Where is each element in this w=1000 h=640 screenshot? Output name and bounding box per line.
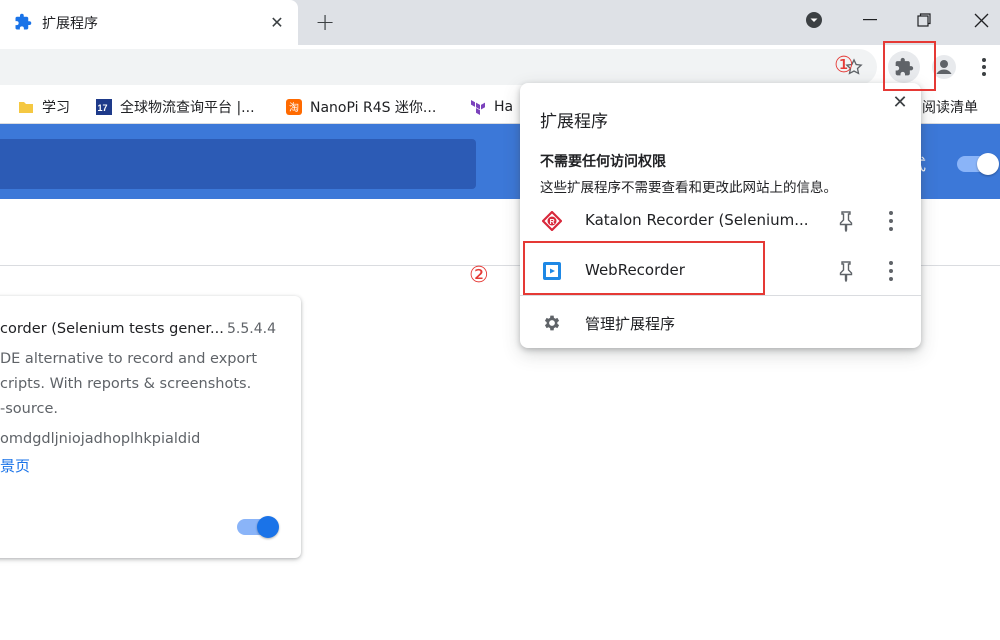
bookmark-item[interactable]: 学习 bbox=[18, 97, 70, 117]
svg-text:17: 17 bbox=[98, 103, 108, 113]
close-icon bbox=[974, 13, 988, 27]
extension-version: 5.5.4.4 bbox=[227, 321, 276, 337]
puzzle-icon bbox=[14, 13, 32, 31]
reading-list[interactable]: 阅读清单 bbox=[915, 97, 978, 117]
tab-close-icon[interactable]: ✕ bbox=[266, 11, 288, 33]
annotation-marker: ② bbox=[469, 263, 489, 288]
extension-description: -source. bbox=[0, 401, 58, 417]
new-tab-button[interactable]: + bbox=[312, 8, 338, 36]
background-page-link[interactable]: 景页 bbox=[0, 455, 30, 476]
svg-text:R: R bbox=[550, 219, 555, 226]
minimize-button[interactable] bbox=[840, 0, 900, 40]
folder-icon bbox=[19, 102, 33, 113]
restore-icon bbox=[917, 13, 931, 27]
gear-icon bbox=[544, 315, 560, 331]
minimize-icon bbox=[863, 19, 877, 21]
tab-extensions[interactable]: 扩展程序 ✕ bbox=[0, 0, 298, 45]
svg-text:淘: 淘 bbox=[289, 101, 299, 114]
site-favicon-icon: 17 bbox=[96, 99, 112, 115]
divider bbox=[520, 295, 921, 296]
popup-section-heading: 不需要任何访问权限 bbox=[540, 154, 666, 170]
search-input[interactable] bbox=[0, 139, 476, 189]
more-vert-icon[interactable] bbox=[886, 209, 896, 233]
restore-button[interactable] bbox=[894, 0, 954, 40]
bookmark-item[interactable]: 淘 NanoPi R4S 迷你... bbox=[286, 97, 436, 117]
annotation-marker: ① bbox=[834, 53, 854, 78]
menu-button[interactable] bbox=[968, 51, 1000, 83]
extension-enable-toggle[interactable] bbox=[237, 516, 279, 538]
extension-item-katalon[interactable]: R Katalon Recorder (Selenium... bbox=[520, 196, 921, 246]
extension-description: cripts. With reports & screenshots. bbox=[0, 376, 252, 392]
chevron-down-icon bbox=[806, 12, 822, 28]
extension-description: DE alternative to record and export bbox=[0, 351, 258, 367]
close-window-button[interactable] bbox=[951, 0, 1000, 40]
highlight-box bbox=[523, 241, 765, 295]
pin-icon[interactable] bbox=[836, 210, 856, 232]
manage-extensions-label: 管理扩展程序 bbox=[585, 315, 676, 333]
extension-card: corder (Selenium tests gener... 5.5.4.4 … bbox=[0, 296, 301, 558]
address-bar[interactable] bbox=[0, 49, 877, 85]
manage-extensions-item[interactable]: 管理扩展程序 bbox=[520, 298, 921, 348]
bookmark-item[interactable]: 17 全球物流查询平台 |... bbox=[96, 97, 255, 117]
highlight-box bbox=[883, 41, 936, 91]
terraform-icon bbox=[471, 100, 485, 115]
pin-icon[interactable] bbox=[836, 260, 856, 282]
tab-search-button[interactable] bbox=[784, 0, 844, 40]
tab-strip: 扩展程序 ✕ + bbox=[0, 0, 1000, 45]
extension-name: corder (Selenium tests gener... bbox=[0, 321, 224, 337]
more-vert-icon bbox=[982, 58, 986, 76]
katalon-icon: R bbox=[542, 211, 562, 231]
popup-section-subtitle: 这些扩展程序不需要查看和更改此网站上的信息。 bbox=[540, 180, 837, 196]
taobao-icon: 淘 bbox=[286, 99, 302, 115]
popup-title: 扩展程序 bbox=[540, 112, 608, 132]
developer-mode-toggle[interactable] bbox=[957, 153, 999, 175]
close-icon[interactable]: ✕ bbox=[889, 91, 911, 113]
extension-name: Katalon Recorder (Selenium... bbox=[585, 211, 809, 229]
extension-id: omdgdljniojadhoplhkpialdid bbox=[0, 431, 201, 447]
extensions-popup: 扩展程序 ✕ 不需要任何访问权限 这些扩展程序不需要查看和更改此网站上的信息。 … bbox=[520, 83, 921, 348]
bookmark-item[interactable]: Ha bbox=[470, 97, 513, 117]
more-vert-icon[interactable] bbox=[886, 259, 896, 283]
tab-title: 扩展程序 bbox=[42, 16, 98, 32]
